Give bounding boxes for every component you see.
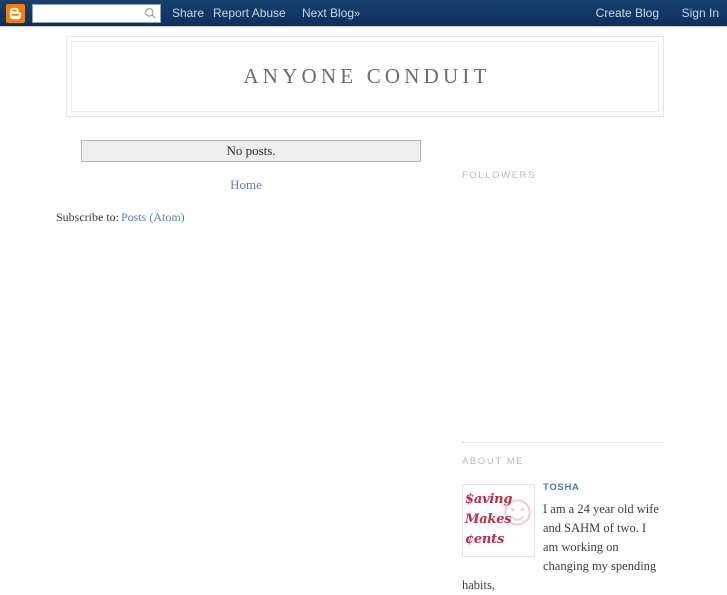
blogger-logo-button[interactable] — [6, 4, 25, 23]
search-input[interactable] — [33, 5, 143, 22]
navbar-link-report-abuse[interactable]: Report Abuse — [213, 6, 286, 20]
navbar-search-box[interactable] — [32, 4, 161, 23]
blogger-b-icon — [9, 7, 22, 20]
navbar-link-create-blog[interactable]: Create Blog — [596, 6, 659, 20]
page-outer-wrapper: Anyone Conduit No posts. Home Subscribe … — [0, 28, 727, 592]
blog-pager: Home — [56, 177, 436, 193]
main-column: No posts. Home Subscribe to: Posts (Atom) — [56, 124, 436, 224]
status-message-text: No posts. — [226, 143, 276, 158]
about-me-title: About Me — [462, 456, 525, 467]
home-link[interactable]: Home — [230, 177, 262, 192]
navbar-link-share[interactable]: Share — [172, 6, 204, 20]
navbar-next-blog-arrow-icon: » — [354, 8, 361, 20]
followers-widget: Followers — [462, 170, 664, 422]
page-title: Anyone Conduit — [243, 64, 491, 88]
navbar-next-blog-label: Next Blog — [302, 6, 355, 20]
about-me-body: ☺ $aving Makes ¢ents Tosha I am a 24 yea… — [462, 480, 664, 595]
content-wrapper: No posts. Home Subscribe to: Posts (Atom)… — [0, 124, 727, 592]
followers-list — [462, 182, 664, 422]
navbar-link-next-blog[interactable]: Next Blog» — [302, 6, 360, 21]
status-message-wrapper: No posts. — [81, 140, 421, 162]
about-me-widget: About Me ☺ $aving Makes ¢ents Tosha — [462, 456, 664, 595]
navbar-link-sign-in[interactable]: Sign In — [682, 6, 719, 20]
search-icon[interactable] — [144, 7, 157, 20]
avatar[interactable]: ☺ $aving Makes ¢ents — [462, 484, 540, 557]
blog-header-inner: Anyone Conduit — [71, 41, 659, 112]
feed-links: Subscribe to: Posts (Atom) — [56, 210, 436, 224]
followers-title: Followers — [462, 170, 537, 181]
blogger-navbar: Share Report Abuse Next Blog» Create Blo… — [0, 0, 727, 27]
subscribe-label: Subscribe to: — [56, 210, 119, 224]
posts-atom-link[interactable]: Posts (Atom) — [121, 210, 185, 224]
sidebar-divider — [462, 442, 664, 443]
status-message-border: No posts. — [81, 140, 421, 162]
blog-header: Anyone Conduit — [66, 36, 664, 117]
